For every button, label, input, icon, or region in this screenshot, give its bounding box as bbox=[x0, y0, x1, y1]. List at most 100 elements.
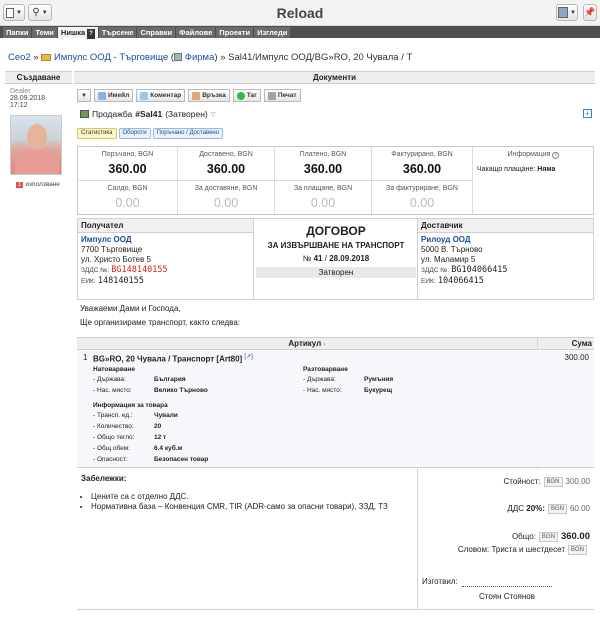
breadcrumb: Ceo2 » Импулс ООД - Търговище ( Фирма) »… bbox=[8, 52, 412, 63]
pin-button[interactable]: 📌 bbox=[583, 4, 597, 21]
usage-label: използване bbox=[25, 181, 60, 188]
folder-icon bbox=[41, 53, 52, 61]
expand-plus-icon[interactable]: + bbox=[583, 109, 592, 118]
breadcrumb-separator: » bbox=[220, 52, 226, 63]
sort-icon[interactable]: ◦ bbox=[323, 342, 325, 348]
cargo-value: 6.4 куб.м bbox=[154, 445, 183, 452]
stat-value: 0.00 bbox=[310, 196, 336, 210]
breadcrumb-folder-type[interactable]: Фирма bbox=[185, 52, 215, 63]
stat-value: 0.00 bbox=[213, 196, 239, 210]
company-icon bbox=[174, 53, 183, 62]
supplier-box: Доставчик Рилоуд ООД 5000 В. Търново ул.… bbox=[418, 218, 594, 300]
main-nav: Папки Теми Нишка? Търсене Справки Файлов… bbox=[0, 26, 600, 39]
link-button[interactable]: Връзка bbox=[188, 89, 230, 102]
help-icon[interactable]: ? bbox=[87, 29, 95, 39]
recipient-vat-label: ЗДДС №: bbox=[81, 267, 110, 274]
tab-topics[interactable]: Теми bbox=[32, 27, 57, 38]
comment-label: Коментар bbox=[150, 92, 182, 99]
cargo-label: - Количество: bbox=[93, 423, 134, 430]
app-title: Reload bbox=[276, 5, 324, 21]
tab-thread[interactable]: Нишка? bbox=[57, 27, 98, 39]
recipient-name[interactable]: Импулс ООД bbox=[81, 235, 250, 245]
tab-projects[interactable]: Проекти bbox=[216, 27, 254, 38]
supplier-eik-label: ЕИК: bbox=[421, 278, 436, 285]
vat-amount: 60.00 bbox=[569, 504, 590, 514]
loading-country-label: - Държава: bbox=[93, 376, 126, 383]
stat-to-deliver: За доставяне, BGN 0.00 bbox=[178, 181, 275, 214]
recipient-box: Получател Импулс ООД 7700 Търговище ул. … bbox=[77, 218, 253, 300]
recipient-eik-label: ЕИК: bbox=[81, 278, 96, 285]
unloading-place-label: - Нас. място: bbox=[303, 387, 342, 394]
cargo-value: Чували bbox=[154, 412, 178, 419]
user-menu-button[interactable]: ▼ bbox=[556, 4, 578, 21]
totals-divider bbox=[417, 468, 418, 610]
print-button[interactable]: Печат bbox=[263, 89, 301, 102]
tab-search[interactable]: Търсене bbox=[98, 27, 137, 38]
tab-views[interactable]: Изгледи bbox=[254, 27, 291, 38]
tab-files[interactable]: Файлове bbox=[176, 27, 216, 38]
comment-button[interactable]: Коментар bbox=[136, 89, 186, 102]
unloading-country: Румъния bbox=[364, 376, 394, 383]
supplier-street: ул. Маламир 5 bbox=[421, 255, 476, 264]
cargo-value: 12 т bbox=[154, 434, 167, 441]
unloading-title: Разтоварване bbox=[303, 366, 348, 373]
external-link-icon[interactable]: [↗] bbox=[244, 354, 252, 360]
note-item: Цените са с отделно ДДС. bbox=[91, 492, 416, 502]
contract-frame bbox=[253, 218, 418, 300]
stat-info: Информация i Чакащо плащане: Няма bbox=[473, 147, 594, 214]
tag-button[interactable]: Таг bbox=[232, 89, 261, 102]
info-icon[interactable]: i bbox=[552, 152, 560, 159]
chevron-down-icon: ▼ bbox=[570, 9, 576, 16]
cargo-label: - Трансп. ед.: bbox=[93, 412, 133, 419]
tag-icon bbox=[236, 91, 245, 100]
column-header-creation: Създаване bbox=[5, 71, 72, 84]
more-dropdown-button[interactable]: ▼ bbox=[77, 89, 91, 102]
print-label: Печат bbox=[277, 92, 297, 99]
article-header: Артикул ◦ bbox=[77, 339, 537, 348]
tab-turnover[interactable]: Обороти bbox=[118, 128, 151, 139]
cargo-title: Информация за товара bbox=[93, 402, 168, 409]
breadcrumb-root[interactable]: Ceo2 bbox=[8, 52, 31, 63]
cargo-label: - Общ обем: bbox=[93, 445, 131, 452]
items-table-header: Артикул ◦ Сума bbox=[77, 337, 594, 469]
unloading-country-label: - Държава: bbox=[303, 376, 336, 383]
usage-badge[interactable]: 1 използване bbox=[10, 181, 68, 188]
stat-invoiced: Фактурирано, BGN 360.00 bbox=[372, 147, 473, 181]
chevron-down-icon[interactable]: ▽ bbox=[211, 111, 216, 118]
stat-to-invoice: За фактуриране, BGN 0.00 bbox=[372, 181, 473, 214]
tab-reports[interactable]: Справки bbox=[137, 27, 176, 38]
stat-label: За фактуриране, BGN bbox=[386, 185, 458, 192]
stat-value: 360.00 bbox=[206, 162, 246, 176]
email-button[interactable]: Имейл bbox=[94, 89, 134, 102]
unloading-place: Букурещ bbox=[364, 387, 393, 394]
doc-type: Продажба bbox=[92, 109, 133, 119]
tag-label: Таг bbox=[246, 92, 257, 99]
email-icon bbox=[98, 91, 106, 100]
stat-label: Поръчано, BGN bbox=[101, 151, 154, 158]
recipient-vat: BG148140155 bbox=[111, 265, 168, 275]
stat-label: Платено, BGN bbox=[299, 151, 347, 158]
supplier-vat: BG104066415 bbox=[451, 265, 508, 275]
creator-avatar[interactable] bbox=[10, 115, 62, 175]
supplier-eik: 104066415 bbox=[437, 276, 484, 286]
currency-badge: BGN bbox=[547, 504, 567, 514]
supplier-city: 5000 В. Търново bbox=[421, 245, 483, 254]
tab-ordered-delivered[interactable]: Поръчано / Доставено bbox=[152, 128, 224, 139]
item-code[interactable]: [Art80] bbox=[216, 355, 242, 364]
tab-folders[interactable]: Папки bbox=[3, 27, 32, 38]
comment-icon bbox=[140, 91, 149, 100]
tab-statistics[interactable]: Статистика bbox=[77, 128, 117, 139]
supplier-name[interactable]: Рилоуд ООД bbox=[421, 235, 590, 245]
total-value-row: Стойност: BGN 300.00 bbox=[422, 477, 590, 487]
item-number: 1 bbox=[83, 353, 88, 362]
info-title-row: Информация i bbox=[477, 151, 590, 159]
breadcrumb-folder[interactable]: Импулс ООД - Търговище bbox=[54, 52, 168, 63]
grand-total-row: Общо: BGN 360.00 bbox=[422, 531, 590, 542]
stat-ordered: Поръчано, BGN 360.00 bbox=[78, 147, 178, 181]
recipient-street: ул. Христо Ботев 5 bbox=[81, 255, 151, 264]
stat-delivered: Доставено, BGN 360.00 bbox=[178, 147, 275, 181]
breadcrumb-close-paren: ) bbox=[214, 52, 218, 63]
stat-paid: Платено, BGN 360.00 bbox=[275, 147, 372, 181]
email-label: Имейл bbox=[108, 92, 130, 99]
stat-label: Салдо, BGN bbox=[107, 185, 148, 192]
